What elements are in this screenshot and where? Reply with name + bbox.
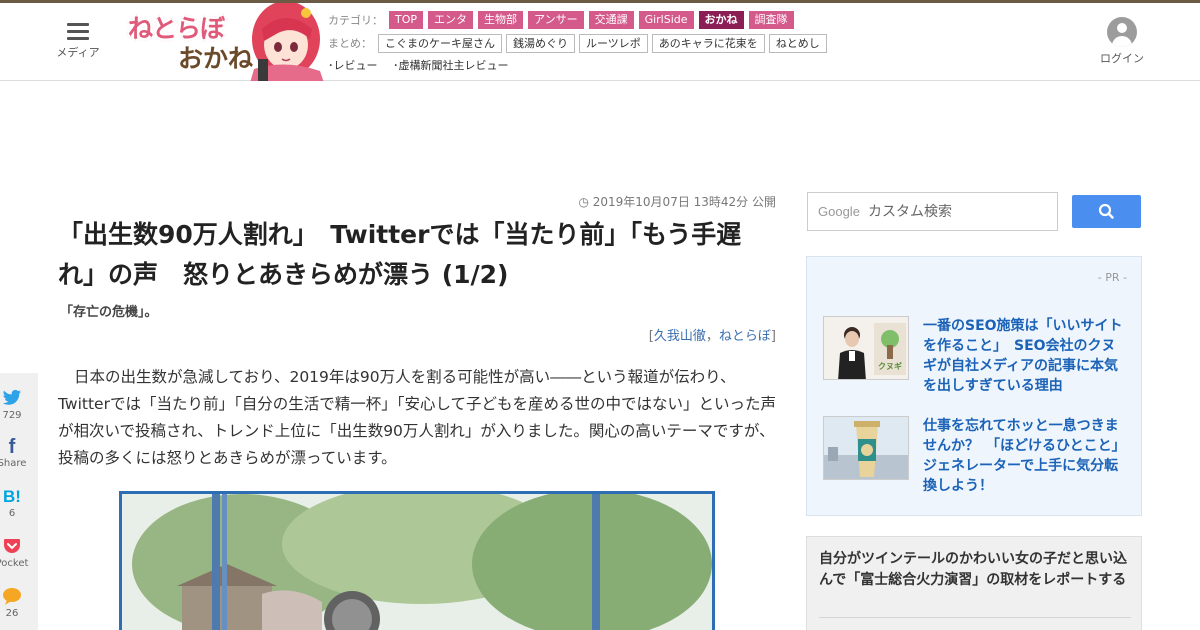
pr-panel: - PR - クヌギ 一番のSEO施策は「いいサイトを作ること」 SEO会社のク…: [806, 256, 1142, 516]
category-tab-top[interactable]: TOP: [389, 11, 424, 29]
facebook-share-button[interactable]: f Share: [0, 437, 38, 469]
category-row-label: カテゴリ：: [328, 14, 383, 27]
site-logo[interactable]: ねとらぼ おかね: [124, 3, 330, 81]
media-menu-label: メディア: [56, 46, 100, 59]
hatena-bookmark-button[interactable]: B! 6: [0, 487, 38, 519]
byline-separator: ，: [705, 329, 719, 344]
summary-nav: まとめ： こぐまのケーキ屋さん 銭湯めぐり ルーツレポ あのキャラに花束を ねと…: [328, 33, 831, 53]
category-tab-okane[interactable]: おかね: [698, 11, 744, 29]
related-article-panel: 自分がツインテールのかわいい女の子だと思い込んで「富士総合火力演習」の取材をレポ…: [806, 536, 1142, 630]
byline-bracket-close: ]: [770, 329, 776, 344]
panel-divider: [819, 617, 1131, 618]
review-nav: ･レビュー ･虚構新聞社主レビュー: [328, 57, 521, 73]
logo-mascot-illustration: [250, 3, 324, 81]
hatena-bookmark-count: 6: [8, 508, 16, 519]
facebook-icon: f: [8, 436, 16, 458]
google-brand-label: Google: [818, 204, 860, 219]
media-menu-button[interactable]: メディア: [52, 19, 104, 65]
summary-link[interactable]: こぐまのケーキ屋さん: [378, 33, 502, 53]
search-icon: [1098, 203, 1114, 219]
pocket-label: Pocket: [0, 558, 29, 569]
category-tab-girlside[interactable]: GirlSide: [638, 11, 694, 29]
user-avatar-icon: [1107, 17, 1137, 47]
article-title: 「出生数90万人割れ」 Twitterでは「当たり前」「もう手遅れ」の声 怒りと…: [58, 220, 742, 289]
comment-count: 26: [5, 608, 19, 619]
outlet-link[interactable]: ねとらぼ: [719, 329, 771, 344]
article-subtitle: 「存亡の危機」。: [60, 305, 158, 320]
twitter-icon: [0, 389, 38, 409]
pr-item-title[interactable]: 一番のSEO施策は「いいサイトを作ること」 SEO会社のクヌギが自社メディアの記…: [923, 316, 1128, 396]
category-nav: カテゴリ： TOP エンタ 生物部 アンサー 交通課 GirlSide おかね …: [328, 10, 799, 30]
pocket-button[interactable]: Pocket: [0, 537, 38, 569]
clock-icon: ◷: [578, 195, 593, 209]
summary-link[interactable]: あのキャラに花束を: [651, 33, 765, 53]
article-byline: [久我山徹，ねとらぼ]: [560, 325, 776, 344]
publish-date-text: 2019年10月07日 13時42分 公開: [592, 195, 776, 209]
facebook-share-count: Share: [0, 458, 27, 469]
review-link[interactable]: ･虚構新聞社主レビュー: [393, 59, 509, 72]
category-tab-answer[interactable]: アンサー: [528, 11, 584, 29]
custom-search-box: Google: [807, 192, 1058, 231]
comment-icon: [0, 587, 38, 607]
pr-label: - PR -: [1097, 271, 1127, 284]
article-photo[interactable]: [119, 491, 715, 630]
site-header: メディア ねとらぼ おかね カテゴリ： TOP エンタ 生物部 アンサー 交通課…: [0, 3, 1200, 81]
pr-thumbnail: クヌギ: [823, 316, 909, 380]
search-input[interactable]: [868, 201, 1048, 223]
summary-link[interactable]: ねとめし: [768, 33, 827, 53]
summary-link[interactable]: 銭湯めぐり: [506, 33, 575, 53]
hatena-bookmark-icon: B!: [3, 487, 21, 506]
hamburger-icon: [67, 23, 89, 40]
review-link[interactable]: ･レビュー: [328, 59, 378, 72]
category-tab-enta[interactable]: エンタ: [428, 11, 474, 29]
comment-button[interactable]: 26: [0, 587, 38, 619]
pr-thumbnail: [823, 416, 909, 480]
summary-row-label: まとめ：: [328, 37, 372, 50]
category-tab-chousatai[interactable]: 調査隊: [748, 11, 794, 29]
category-tab-koutsuuka[interactable]: 交通課: [588, 11, 634, 29]
share-sidebar: 729 f Share B! 6 Pocket 26: [0, 373, 38, 630]
summary-link[interactable]: ルーツレポ: [579, 33, 648, 53]
login-button[interactable]: ログイン: [1094, 17, 1150, 66]
login-label: ログイン: [1100, 52, 1144, 65]
park-stroller-photo: [122, 494, 712, 630]
publish-date: ◷ 2019年10月07日 13時42分 公開: [576, 193, 776, 210]
twitter-share-button[interactable]: 729: [0, 389, 38, 421]
search-button[interactable]: [1072, 195, 1141, 228]
pr-item-title[interactable]: 仕事を忘れてホッと一息つきませんか？ 「ほどけるひとこと」ジェネレーターで上手に…: [923, 416, 1128, 496]
pr-thumb-caption: クヌギ: [878, 362, 902, 371]
pocket-icon: [0, 537, 38, 557]
article-body: 日本の出生数が急減しており、2019年は90万人を割る可能性が高い――という報道…: [58, 368, 776, 467]
category-tab-seibutsubu[interactable]: 生物部: [478, 11, 524, 29]
related-article-link[interactable]: 自分がツインテールのかわいい女の子だと思い込んで「富士総合火力演習」の取材をレポ…: [819, 549, 1129, 591]
twitter-share-count: 729: [2, 410, 22, 421]
author-link[interactable]: 久我山徹: [654, 329, 706, 344]
